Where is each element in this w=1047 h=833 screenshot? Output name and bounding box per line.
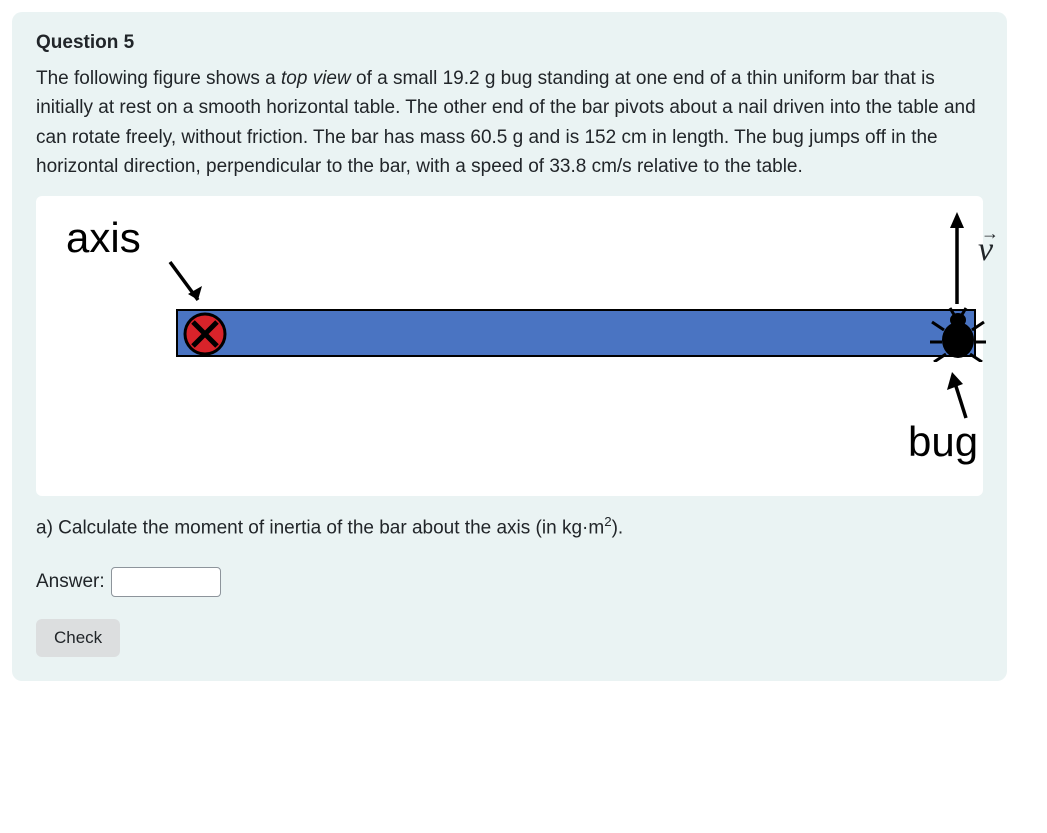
bug-label: bug xyxy=(908,418,978,466)
question-card: Question 5 The following figure shows a … xyxy=(12,12,1007,681)
bug-pointer-arrow-icon xyxy=(946,368,976,422)
answer-row: Answer: xyxy=(36,567,983,597)
velocity-arrow-icon xyxy=(947,210,967,306)
velocity-label: → v xyxy=(978,231,993,269)
answer-input[interactable] xyxy=(111,567,221,597)
check-button[interactable]: Check xyxy=(36,619,120,657)
bar-rect xyxy=(176,309,976,357)
question-body: The following figure shows a top view of… xyxy=(36,64,983,182)
axis-label: axis xyxy=(66,214,141,262)
question-title: Question 5 xyxy=(36,32,983,54)
answer-label: Answer: xyxy=(36,571,105,593)
bug-icon xyxy=(930,302,986,362)
part-a-text: a) Calculate the moment of inertia of th… xyxy=(36,514,983,539)
axis-arrow-icon xyxy=(164,256,214,316)
figure-panel: axis → v xyxy=(36,196,983,496)
pivot-icon xyxy=(181,310,229,358)
